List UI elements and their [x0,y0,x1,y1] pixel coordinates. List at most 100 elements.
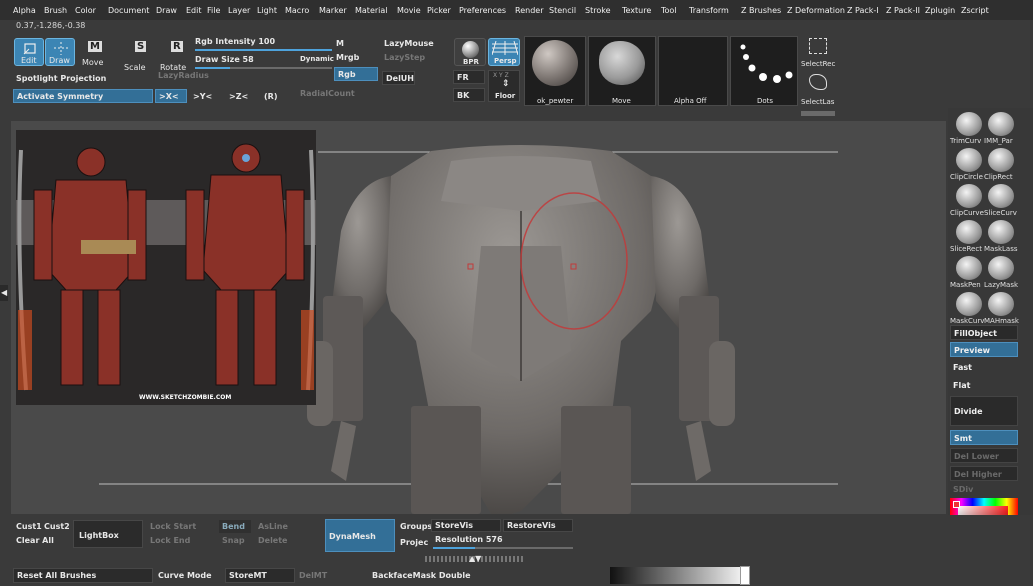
select-lasso-button[interactable]: SelectLas [801,72,837,106]
menu-marker[interactable]: Marker [319,6,347,15]
menu-stencil[interactable]: Stencil [549,6,576,15]
gradient-slider-handle[interactable] [740,566,750,585]
toolbar-scroll-handle[interactable] [801,111,835,116]
rgb-button[interactable]: Rgb [334,67,378,81]
curve-mode-toggle[interactable]: Curve Mode [158,571,212,580]
menu-brush[interactable]: Brush [44,6,67,15]
menu-z-pack-i[interactable]: Z Pack-I [847,6,879,15]
storemt-button[interactable]: StoreMT [225,568,295,583]
lock-start-button[interactable]: Lock Start [150,522,196,531]
clear-all-button[interactable]: Clear All [16,536,54,545]
menu-z-deformation[interactable]: Z Deformation [787,6,845,15]
tool-lazymask-icon[interactable] [988,256,1014,280]
tool-slicerect-icon[interactable] [956,220,982,244]
menu-movie[interactable]: Movie [397,6,421,15]
tool-maskcurv-icon[interactable] [956,292,982,316]
mrgb-button[interactable]: Mrgb [336,53,359,62]
backface-mask-toggle[interactable]: BackfaceMask Double [372,571,471,580]
resolution-slider[interactable]: Resolution 576 [435,535,503,544]
preview-button[interactable]: Preview [950,342,1018,357]
groups-toggle[interactable]: Groups [400,522,432,531]
persp-button[interactable]: Persp [488,38,520,66]
lock-end-button[interactable]: Lock End [150,536,190,545]
lazy-step-slider[interactable]: LazyStep [384,53,425,62]
left-tray-arrow-icon[interactable]: ◀ [0,285,8,301]
menu-layer[interactable]: Layer [228,6,250,15]
restorevis-button[interactable]: RestoreVis [503,519,573,532]
flat-button[interactable]: Flat [950,378,1018,393]
menu-light[interactable]: Light [257,6,277,15]
fill-object-button[interactable]: FillObject [950,325,1018,340]
lazy-radius-slider[interactable]: LazyRadius [158,71,209,80]
menu-zscript[interactable]: Zscript [961,6,989,15]
delmt-button[interactable]: DelMT [299,571,327,580]
snap-button[interactable]: Snap [222,536,245,545]
menu-z-pack-ii[interactable]: Z Pack-II [886,6,920,15]
menu-color[interactable]: Color [75,6,96,15]
menu-edit[interactable]: Edit [186,6,202,15]
tool-trimcurv-icon[interactable] [956,112,982,136]
move-button[interactable]: M Move [80,38,106,67]
menu-draw[interactable]: Draw [156,6,177,15]
fr-button[interactable]: FR [453,70,485,84]
radial-count-slider[interactable]: RadialCount [300,89,355,98]
material-thumbnail[interactable]: ok_pewter [524,36,586,106]
bpr-button[interactable]: BPR [454,38,486,66]
sym-x-button[interactable]: >X< [155,89,187,103]
menu-stroke[interactable]: Stroke [585,6,611,15]
sym-z-button[interactable]: >Z< [229,92,248,101]
scale-button[interactable]: S Scale [122,38,148,72]
tool-cliprect-icon[interactable] [988,148,1014,172]
draw-size-slider[interactable]: Draw Size 58 [195,55,254,64]
m-button[interactable]: M [336,39,344,48]
menu-file[interactable]: File [207,6,220,15]
menu-preferences[interactable]: Preferences [459,6,506,15]
gray-gradient-strip[interactable] [610,567,750,584]
cust1-button[interactable]: Cust1 [16,522,42,531]
menu-transform[interactable]: Transform [689,6,729,15]
menu-z-brushes[interactable]: Z Brushes [741,6,781,15]
menu-picker[interactable]: Picker [427,6,451,15]
rotate-button[interactable]: R Rotate [158,38,188,72]
tool-slicecurv-icon[interactable] [988,184,1014,208]
menu-material[interactable]: Material [355,6,388,15]
tool-clipcurve-icon[interactable] [956,184,982,208]
menu-macro[interactable]: Macro [285,6,309,15]
menu-document[interactable]: Document [108,6,149,15]
tool-mahmask-icon[interactable] [988,292,1014,316]
lightbox-button[interactable]: LightBox [73,520,143,548]
menu-render[interactable]: Render [515,6,543,15]
menu-alpha[interactable]: Alpha [13,6,36,15]
lazy-mouse-button[interactable]: LazyMouse [384,39,434,48]
shelf-toggle-arrows-icon[interactable]: ▲▼ [469,554,481,563]
sym-y-button[interactable]: >Y< [193,92,212,101]
select-rect-button[interactable]: SelectRec [801,36,837,70]
tool-masklass-icon[interactable] [988,220,1014,244]
spotlight-projection-button[interactable]: Spotlight Projection [16,74,106,83]
menu-tool[interactable]: Tool [661,6,677,15]
asline-button[interactable]: AsLine [258,522,288,531]
project-toggle[interactable]: Projec [400,538,428,547]
spotlight-reference-image[interactable]: WWW.SKETCHZOMBIE.COM [16,130,316,405]
alpha-thumbnail[interactable]: Alpha Off [658,36,728,106]
cust2-button[interactable]: Cust2 [44,522,70,531]
menu-texture[interactable]: Texture [622,6,651,15]
delete-button[interactable]: Delete [258,536,287,545]
tool-clipcircle-icon[interactable] [956,148,982,172]
storevis-button[interactable]: StoreVis [431,519,501,532]
tool-imm-par-icon[interactable] [988,112,1014,136]
floor-button[interactable]: X Y Z ⇕ Floor [488,70,520,102]
sym-radial-button[interactable]: (R) [264,92,277,101]
tool-maskpen-icon[interactable] [956,256,982,280]
brush-thumbnail[interactable]: Move [588,36,656,106]
draw-button[interactable]: Draw [45,38,75,66]
smt-toggle[interactable]: Smt [950,430,1018,445]
dynamic-toggle[interactable]: Dynamic [300,55,334,63]
fast-button[interactable]: Fast [950,360,1018,375]
menu-zplugin[interactable]: Zplugin [925,6,955,15]
deluh-button[interactable]: DelUH [382,71,415,85]
bk-button[interactable]: BK [453,88,485,102]
bend-button[interactable]: Bend [219,520,251,533]
del-higher-button[interactable]: Del Higher [950,466,1018,481]
reset-all-brushes-button[interactable]: Reset All Brushes [13,568,153,583]
